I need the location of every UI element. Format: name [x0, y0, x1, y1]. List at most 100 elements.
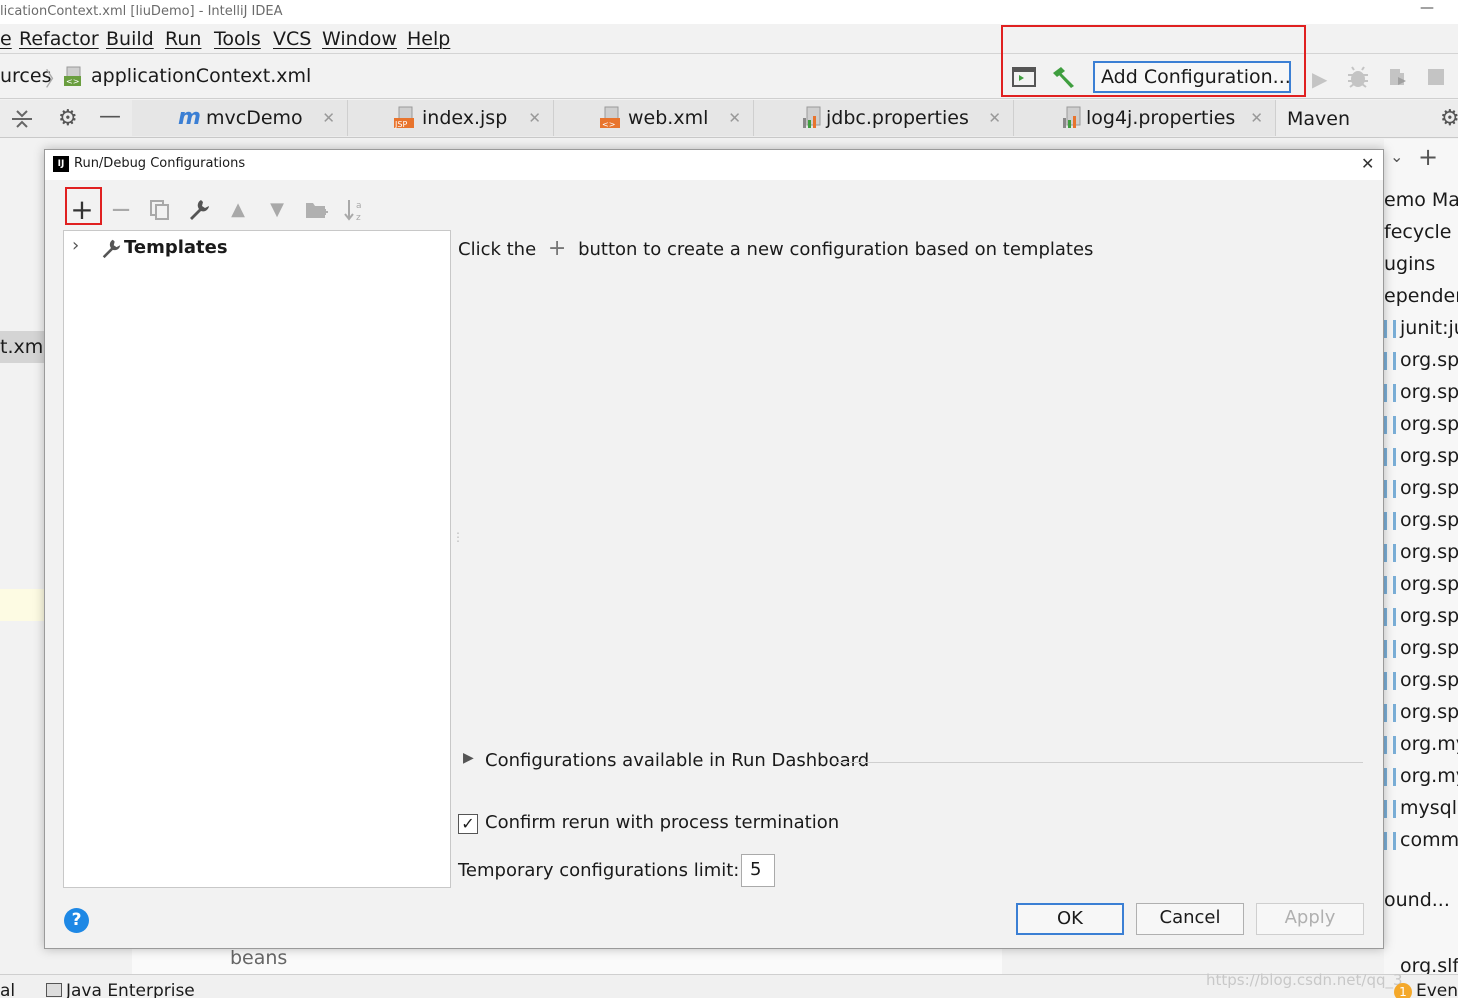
minimize-button[interactable]: —: [1420, 0, 1434, 16]
maven-tree-item[interactable]: emo Ma: [1384, 185, 1458, 215]
confirm-rerun-checkbox[interactable]: ✓: [458, 814, 478, 834]
run-icon[interactable]: ▶: [1312, 67, 1327, 91]
run-dashboard-section[interactable]: ▶ Configurations available in Run Dashbo…: [463, 750, 1363, 774]
statusbar-left-text[interactable]: al: [0, 981, 15, 998]
dialog-title: Run/Debug Configurations: [74, 156, 246, 171]
svg-text:JSP: JSP: [394, 120, 407, 129]
maven-tree-item[interactable]: mysql:: [1384, 793, 1458, 823]
maven-tree-item[interactable]: org.spr: [1384, 537, 1458, 567]
splitter-handle[interactable]: ⋮: [452, 530, 464, 544]
maven-tree-item[interactable]: org.spr: [1384, 441, 1458, 471]
remove-configuration-icon[interactable]: −: [105, 194, 137, 226]
library-icon: [1384, 319, 1396, 338]
copy-configuration-icon[interactable]: [149, 199, 171, 221]
menu-run[interactable]: Run: [165, 26, 201, 52]
maven-panel-title[interactable]: Maven: [1287, 108, 1350, 130]
java-enterprise-label[interactable]: Java Enterprise: [66, 981, 195, 998]
project-tree-selected-item[interactable]: t.xml: [0, 331, 44, 363]
tree-node-templates[interactable]: › Templates: [68, 235, 448, 263]
menu-refactor[interactable]: Refactor: [19, 26, 99, 52]
properties-file-icon: [802, 106, 824, 130]
maven-tree-item[interactable]: ependen: [1384, 281, 1458, 311]
close-icon[interactable]: ✕: [988, 100, 1001, 136]
tab-mvcdemo[interactable]: m mvcDemo ✕: [132, 100, 348, 136]
maven-tree-item-label: org.spr: [1400, 381, 1458, 403]
maven-tree-item-label: org.spr: [1400, 637, 1458, 659]
maven-tree-item-label: org.my: [1400, 733, 1458, 755]
menu-build[interactable]: Build: [106, 26, 154, 52]
help-icon[interactable]: ?: [64, 908, 89, 933]
editor-left-strip: t.xml: [0, 139, 44, 974]
stop-icon[interactable]: [1428, 69, 1444, 85]
confirm-rerun-label[interactable]: Confirm rerun with process termination: [485, 812, 839, 833]
apply-button[interactable]: Apply: [1256, 903, 1364, 935]
maven-tree-item[interactable]: org.spr: [1384, 569, 1458, 599]
breadcrumb-parent[interactable]: urces: [0, 65, 51, 87]
settings-gear-icon[interactable]: ⚙: [58, 106, 78, 131]
menu-file[interactable]: e: [0, 26, 12, 52]
hide-panel-icon[interactable]: —: [99, 104, 121, 129]
jsp-file-icon: JSP: [394, 106, 416, 129]
maven-tree-item[interactable]: org.spr: [1384, 473, 1458, 503]
maven-tree-item[interactable]: org.spr: [1384, 409, 1458, 439]
run-with-coverage-icon[interactable]: [1386, 65, 1410, 89]
cancel-button[interactable]: Cancel: [1136, 903, 1244, 935]
maven-tree-item-label: org.spr: [1400, 445, 1458, 467]
maven-tree-item[interactable]: commo: [1384, 825, 1458, 855]
event-log-label[interactable]: Event: [1416, 981, 1458, 998]
maven-tree-item[interactable]: org.spr: [1384, 377, 1458, 407]
maven-bottom-item[interactable]: ound...: [1384, 889, 1450, 911]
maven-tree-item-label: junit:ju: [1400, 317, 1458, 339]
close-icon[interactable]: ✕: [322, 100, 335, 136]
add-maven-project-icon[interactable]: +: [1418, 143, 1438, 171]
menu-window[interactable]: Window: [322, 26, 397, 52]
maven-tree-item[interactable]: org.spr: [1384, 345, 1458, 375]
collapse-all-icon[interactable]: [10, 108, 34, 130]
close-icon[interactable]: ✕: [1250, 100, 1263, 136]
svg-text:<>: <>: [66, 77, 79, 86]
maven-tree-item[interactable]: org.spr: [1384, 665, 1458, 695]
breadcrumb-file[interactable]: applicationContext.xml: [91, 65, 311, 87]
tab-log4j-properties[interactable]: log4j.properties ✕: [1014, 100, 1276, 136]
menu-tools[interactable]: Tools: [214, 26, 261, 52]
debug-icon[interactable]: [1346, 65, 1370, 89]
menu-help[interactable]: Help: [407, 26, 450, 52]
plus-icon: +: [547, 236, 567, 261]
maven-tree-item[interactable]: org.spr: [1384, 697, 1458, 727]
status-bar: al Java Enterprise https://blog.csdn.net…: [0, 971, 1458, 998]
chevron-down-icon[interactable]: ⌄: [1390, 147, 1403, 166]
close-icon[interactable]: ✕: [528, 100, 541, 136]
maven-tree-item[interactable]: ugins: [1384, 249, 1435, 279]
xml-file-icon: <>: [600, 106, 622, 130]
maven-tree-item[interactable]: org.spr: [1384, 601, 1458, 631]
menu-vcs[interactable]: VCS: [273, 26, 311, 52]
maven-tree-item[interactable]: org.spr: [1384, 633, 1458, 663]
tab-jdbc-properties[interactable]: jdbc.properties ✕: [754, 100, 1014, 136]
dialog-close-icon[interactable]: ✕: [1361, 150, 1374, 178]
tab-web-xml[interactable]: <> web.xml ✕: [554, 100, 754, 136]
move-up-icon[interactable]: ▲: [222, 194, 254, 226]
window-title: licationContext.xml [liuDemo] - IntelliJ…: [0, 4, 283, 19]
maven-tree-item[interactable]: fecycle: [1384, 217, 1451, 247]
maven-tree-item-label: org.spr: [1400, 349, 1458, 371]
truncated-file-label: t.xml: [0, 336, 44, 358]
edit-templates-wrench-icon[interactable]: [187, 197, 211, 221]
temp-limit-label: Temporary configurations limit:: [458, 860, 740, 881]
maven-settings-gear-icon[interactable]: ⚙: [1440, 106, 1458, 131]
hint-before: Click the: [458, 239, 537, 260]
temp-limit-input[interactable]: 5: [741, 854, 775, 887]
expand-arrow-icon[interactable]: ›: [72, 235, 79, 256]
maven-tree-item[interactable]: org.my: [1384, 761, 1458, 791]
ok-button[interactable]: OK: [1016, 903, 1124, 935]
close-icon[interactable]: ✕: [728, 100, 741, 136]
java-enterprise-icon: [46, 983, 62, 997]
maven-tree-item[interactable]: org.my: [1384, 729, 1458, 759]
tab-index-jsp[interactable]: JSP index.jsp ✕: [348, 100, 554, 136]
sort-alphabetically-icon[interactable]: az: [343, 198, 367, 223]
maven-tree-item[interactable]: org.spr: [1384, 505, 1458, 535]
maven-tree-item[interactable]: junit:ju: [1384, 313, 1458, 343]
collapsed-arrow-icon[interactable]: ▶: [463, 750, 474, 766]
move-down-icon[interactable]: ▼: [261, 194, 293, 226]
maven-last-item[interactable]: org.slf: [1400, 955, 1458, 974]
new-folder-icon[interactable]: [305, 200, 329, 220]
